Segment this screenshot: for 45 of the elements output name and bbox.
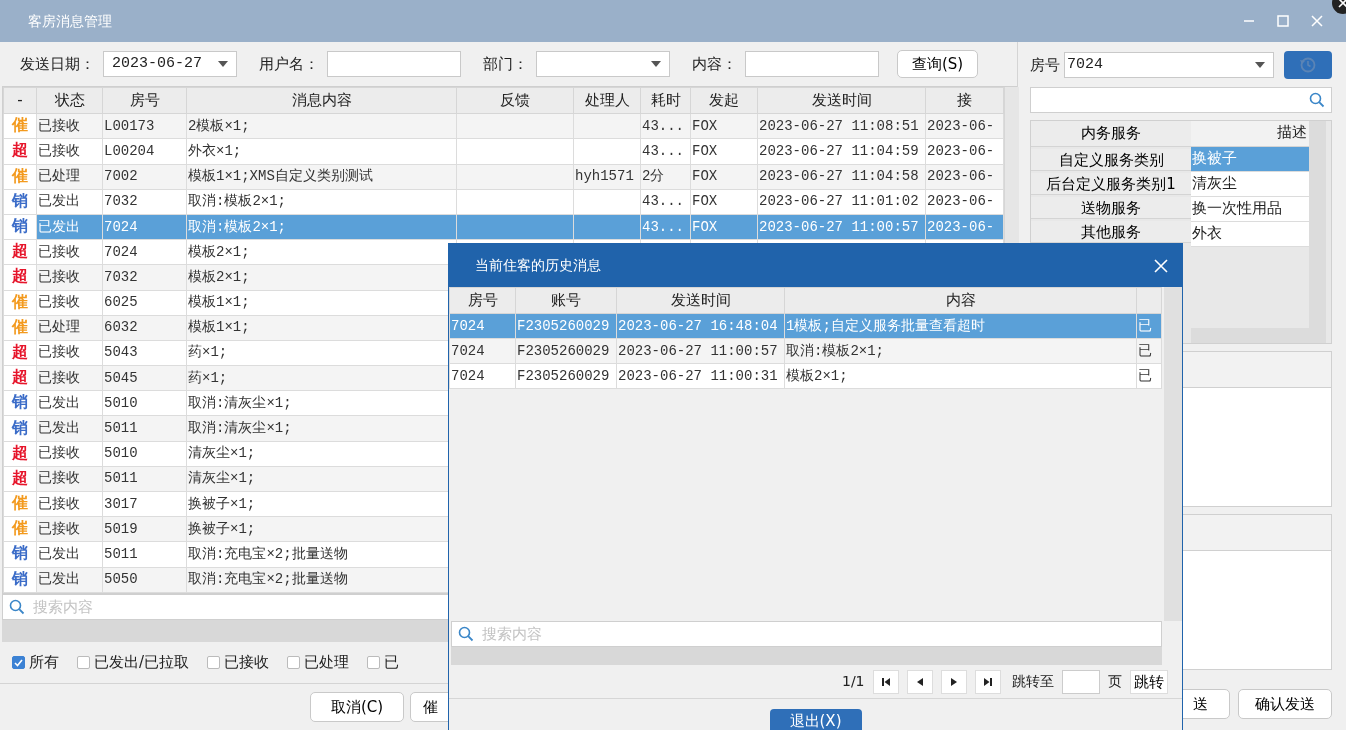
table-cell: 7024 xyxy=(449,363,516,389)
status-tag: 催 xyxy=(3,315,37,341)
status-tag: 超 xyxy=(3,239,37,265)
field-value: 2023-06-27 xyxy=(112,53,203,74)
window-title: 客房消息管理 xyxy=(28,11,113,31)
field-value: 7024 xyxy=(1067,54,1104,75)
field-label: 页 xyxy=(1108,672,1122,692)
field-label: 部门： xyxy=(483,53,528,75)
status-tag: 销 xyxy=(3,390,37,416)
status-tag: 催 xyxy=(3,516,37,542)
table-cell: 2023-06-27 11:00:31 xyxy=(616,363,785,389)
table-cell: F2305260029 xyxy=(515,338,617,364)
status-tag: 催 xyxy=(3,113,37,139)
status-tag: 超 xyxy=(3,138,37,165)
status-tag: 催 xyxy=(3,290,37,316)
status-tag: 销 xyxy=(3,541,37,568)
status-tag: 催 xyxy=(3,491,37,517)
status-tag: 超 xyxy=(3,466,37,492)
field-label: 房号 xyxy=(1030,54,1060,76)
table-cell: F2305260029 xyxy=(515,363,617,389)
field-label: 内容： xyxy=(692,53,737,75)
table-cell: 2023-06-27 11:00:57 xyxy=(616,338,785,364)
status-tag: 超 xyxy=(3,264,37,290)
field-label: 用户名： xyxy=(259,53,319,75)
table-cell: 1模板;自定义服务批量查看超时 xyxy=(784,313,1137,339)
table-cell: 已 xyxy=(1136,363,1162,389)
table-cell: 模板2×1; xyxy=(784,363,1137,389)
table-cell: F2305260029 xyxy=(515,313,617,339)
table-cell: 7024 xyxy=(449,338,516,364)
table-cell: 取消:模板2×1; xyxy=(784,338,1137,364)
field-label: 跳转至 xyxy=(1012,672,1054,692)
table-cell: 7024 xyxy=(449,313,516,339)
column-header: 描述 xyxy=(1191,121,1309,147)
status-tag: 催 xyxy=(3,164,37,190)
dialog-title: 当前住客的历史消息 xyxy=(475,256,602,275)
page-indicator: 1/1 xyxy=(841,672,865,692)
table-cell: 2023-06-27 16:48:04 xyxy=(616,313,785,339)
status-tag: 超 xyxy=(3,441,37,467)
status-tag: 销 xyxy=(3,415,37,442)
status-tag: 销 xyxy=(3,189,37,215)
status-tag: 超 xyxy=(3,365,37,391)
status-tag: 超 xyxy=(3,340,37,366)
field-label: 发送日期： xyxy=(20,53,95,75)
status-tag: 销 xyxy=(3,214,37,240)
status-tag: 销 xyxy=(3,567,37,593)
